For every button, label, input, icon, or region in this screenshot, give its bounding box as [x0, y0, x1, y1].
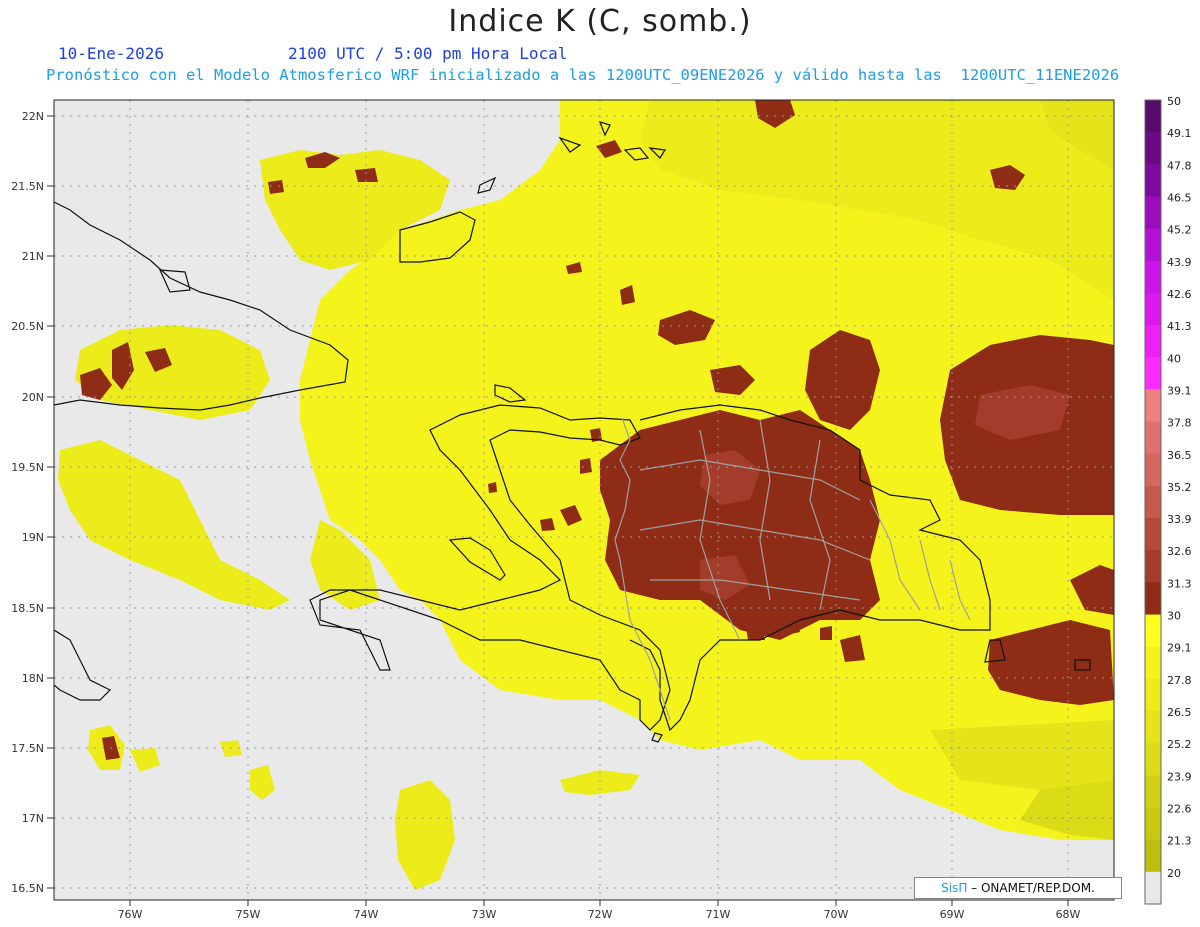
lon-label: 72W [588, 908, 613, 921]
lon-label: 74W [354, 908, 379, 921]
credit-text: – ONAMET/REP.DOM. [971, 881, 1095, 895]
colorbar-swatch [1145, 839, 1161, 873]
colorbar-label: 41.3 [1167, 320, 1192, 333]
lat-label: 16.5N [11, 882, 44, 895]
credit-box: SisΠ – ONAMET/REP.DOM. [914, 877, 1122, 899]
colorbar-label: 25.2 [1167, 738, 1192, 751]
colorbar-swatch [1145, 678, 1161, 712]
lon-label: 76W [118, 908, 143, 921]
colorbar-label: 33.9 [1167, 513, 1192, 526]
colorbar-label: 32.6 [1167, 545, 1192, 558]
lat-label: 18N [22, 672, 44, 685]
colorbar-swatch [1145, 164, 1161, 197]
colorbar-swatch [1145, 582, 1161, 616]
colorbar-swatch [1145, 132, 1161, 165]
colorbar-label: 40 [1167, 352, 1181, 365]
colorbar-label: 43.9 [1167, 256, 1192, 269]
colorbar-swatch [1145, 292, 1161, 326]
colorbar: 50 49.1 47.8 46.5 45.2 43.9 42.6 41.3 40 39.1 37.8… [1144, 95, 1192, 905]
colorbar-swatch [1145, 389, 1161, 423]
lon-label: 69W [940, 908, 965, 921]
colorbar-label: 21.3 [1167, 835, 1192, 848]
lat-label: 18.5N [11, 602, 44, 615]
colorbar-label: 45.2 [1167, 224, 1192, 237]
longitude-labels: 76W 75W 74W 73W 72W 71W 70W 69W 68W [118, 900, 1081, 921]
k-index-map: 22N 21.5N 21N 20.5N 20N 19.5N 19N 18.5N 18N 17.5N… [11, 95, 1192, 921]
colorbar-label: 30 [1167, 610, 1181, 623]
lat-label: 19N [22, 531, 44, 544]
lon-label: 73W [472, 908, 497, 921]
lon-label: 75W [236, 908, 261, 921]
colorbar-label: 20 [1167, 867, 1181, 880]
colorbar-swatch [1145, 711, 1161, 744]
colorbar-label: 50 [1167, 95, 1181, 108]
colorbar-swatch [1145, 357, 1161, 390]
colorbar-label: 22.6 [1167, 803, 1192, 816]
lat-label: 17.5N [11, 742, 44, 755]
colorbar-label: 26.5 [1167, 706, 1192, 719]
lat-label: 21N [22, 250, 44, 263]
colorbar-label: 47.8 [1167, 159, 1192, 172]
colorbar-swatch [1145, 421, 1161, 455]
colorbar-label: 42.6 [1167, 288, 1192, 301]
colorbar-label: 31.3 [1167, 577, 1192, 590]
lat-label: 19.5N [11, 461, 44, 474]
colorbar-swatch [1145, 518, 1161, 551]
lat-label: 17N [22, 812, 44, 825]
colorbar-swatch [1145, 325, 1161, 358]
colorbar-swatch [1145, 807, 1161, 841]
colorbar-swatch [1145, 100, 1161, 133]
lat-label: 22N [22, 110, 44, 123]
colorbar-swatch [1145, 550, 1161, 583]
colorbar-swatch [1145, 871, 1161, 905]
colorbar-swatch [1145, 196, 1161, 230]
credit-brand: SisΠ [941, 881, 968, 895]
colorbar-label: 39.1 [1167, 384, 1192, 397]
colorbar-label: 36.5 [1167, 449, 1192, 462]
lon-label: 71W [706, 908, 731, 921]
colorbar-swatch [1145, 646, 1161, 680]
colorbar-swatch [1145, 228, 1161, 262]
colorbar-label: 29.1 [1167, 642, 1192, 655]
lon-label: 70W [824, 908, 849, 921]
colorbar-swatch [1145, 485, 1161, 519]
lon-label: 68W [1056, 908, 1081, 921]
lat-label: 20.5N [11, 320, 44, 333]
colorbar-label: 23.9 [1167, 770, 1192, 783]
lat-label: 20N [22, 391, 44, 404]
lat-label: 21.5N [11, 180, 44, 193]
colorbar-swatch [1145, 775, 1161, 809]
colorbar-swatch [1145, 614, 1161, 648]
latitude-labels: 22N 21.5N 21N 20.5N 20N 19.5N 19N 18.5N 18N 17.5N… [11, 110, 54, 895]
colorbar-swatch [1145, 743, 1161, 776]
colorbar-label: 46.5 [1167, 191, 1192, 204]
colorbar-label: 37.8 [1167, 417, 1192, 430]
colorbar-swatch [1145, 260, 1161, 294]
colorbar-label: 35.2 [1167, 481, 1192, 494]
colorbar-swatch [1145, 453, 1161, 487]
colorbar-label: 49.1 [1167, 127, 1192, 140]
colorbar-label: 27.8 [1167, 674, 1192, 687]
